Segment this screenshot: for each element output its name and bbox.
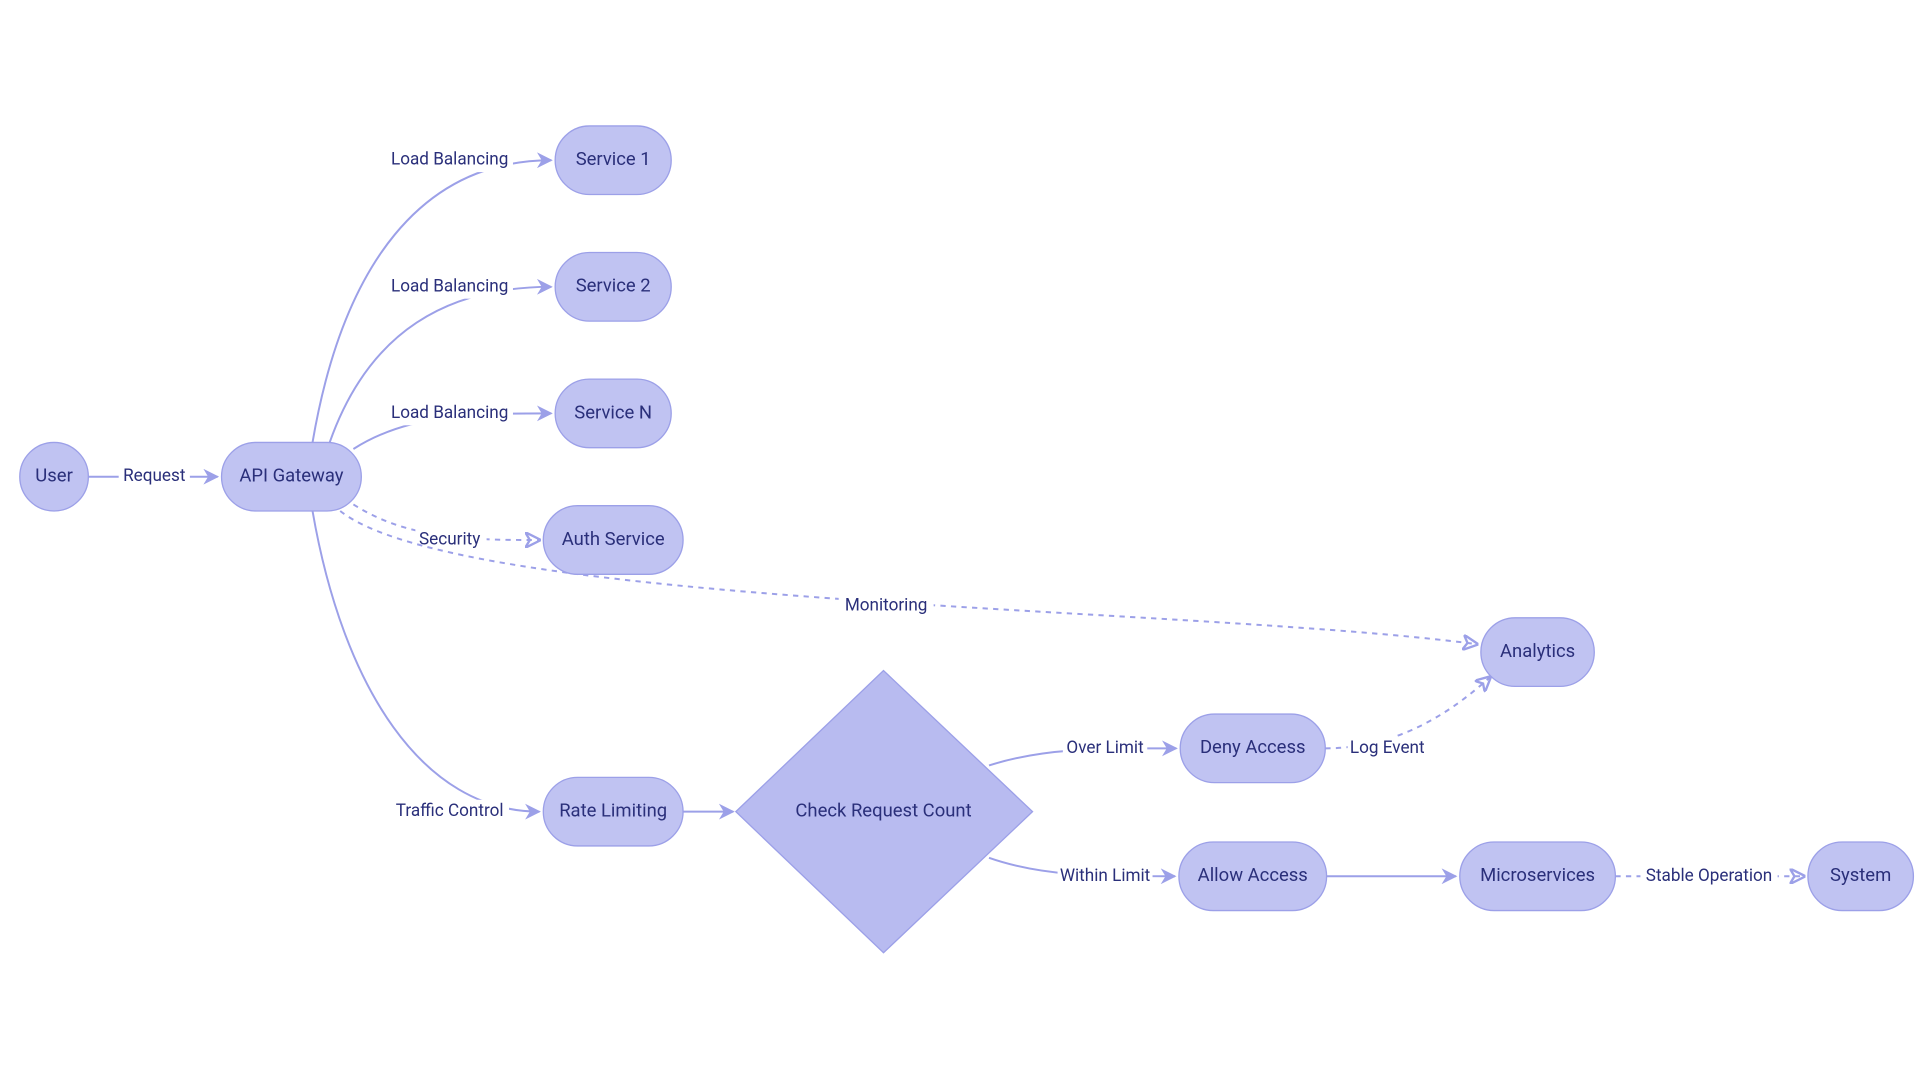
node-micro: Microservices [1460, 842, 1616, 911]
node-service1: Service 1 [555, 126, 671, 195]
edge-label-lb1: Load Balancing [391, 150, 508, 170]
node-serviceN: Service N [555, 379, 671, 448]
edge-label-logevent: Log Event [1350, 738, 1425, 758]
edge-label-stable: Stable Operation [1646, 866, 1772, 886]
node-check: Check Request Count [736, 671, 1033, 953]
edge-label-traffic: Traffic Control [396, 801, 504, 821]
flowchart-diagram: Request Load Balancing Load Balancing Lo… [0, 0, 1920, 1080]
svg-text:Service N: Service N [574, 401, 652, 423]
svg-text:API Gateway: API Gateway [239, 465, 343, 487]
svg-text:System: System [1830, 864, 1891, 886]
edge-label-overlimit: Over Limit [1066, 738, 1144, 758]
svg-text:User: User [35, 465, 73, 487]
edge-label-withinlimit: Within Limit [1060, 866, 1151, 886]
svg-text:Service 2: Service 2 [576, 275, 651, 297]
edge-label-lbN: Load Balancing [391, 403, 508, 423]
svg-text:Allow Access: Allow Access [1198, 864, 1308, 886]
edge-label-lb2: Load Balancing [391, 276, 508, 296]
node-deny: Deny Access [1180, 714, 1325, 783]
edge-label-monitoring: Monitoring [845, 595, 928, 615]
node-auth: Auth Service [543, 506, 683, 575]
svg-text:Analytics: Analytics [1500, 640, 1575, 662]
svg-text:Service 1: Service 1 [576, 148, 651, 170]
node-allow: Allow Access [1179, 842, 1327, 911]
node-analytics: Analytics [1481, 618, 1594, 687]
svg-text:Auth Service: Auth Service [562, 528, 665, 550]
svg-text:Microservices: Microservices [1480, 864, 1595, 886]
node-service2: Service 2 [555, 253, 671, 322]
node-system: System [1808, 842, 1913, 911]
node-gateway: API Gateway [222, 442, 362, 511]
svg-text:Check Request Count: Check Request Count [795, 800, 971, 822]
edge-label-request: Request [123, 466, 186, 486]
edge-gateway-analytics [340, 511, 1477, 644]
svg-text:Rate Limiting: Rate Limiting [559, 800, 667, 822]
edge-gateway-ratelimit [313, 511, 540, 812]
node-user: User [20, 442, 89, 511]
svg-text:Deny Access: Deny Access [1200, 736, 1306, 758]
node-ratelimit: Rate Limiting [543, 777, 683, 846]
